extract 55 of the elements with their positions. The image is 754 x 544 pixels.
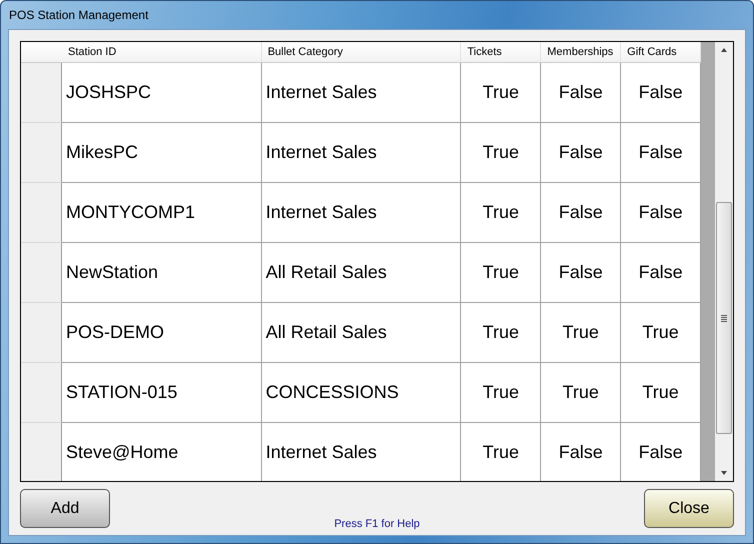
table-cell: JOSHSPC <box>62 63 262 123</box>
table-cell: MikesPC <box>62 123 262 183</box>
table-cell: False <box>621 123 702 183</box>
table-cell: NewStation <box>62 243 262 303</box>
table-cell: True <box>621 363 702 423</box>
table-cell: False <box>541 243 622 303</box>
table-cell: All Retail Sales <box>262 303 462 363</box>
close-button[interactable]: Close <box>644 489 734 528</box>
column-header[interactable]: Station ID <box>62 42 262 62</box>
table-cell: Internet Sales <box>262 63 462 123</box>
scroll-down-icon[interactable] <box>721 471 728 475</box>
row-header[interactable] <box>21 123 62 183</box>
table-cell: True <box>461 123 542 183</box>
table-cell: True <box>541 303 622 363</box>
table-cell: True <box>461 183 542 243</box>
table-cell: False <box>541 423 622 481</box>
row-header[interactable] <box>21 183 62 243</box>
table-cell: False <box>621 183 702 243</box>
table-cell: All Retail Sales <box>262 243 462 303</box>
window-title: POS Station Management <box>8 8 148 22</box>
table-cell: False <box>621 63 702 123</box>
add-button[interactable]: Add <box>20 489 110 528</box>
table-cell: False <box>621 423 702 481</box>
row-header[interactable] <box>21 363 62 423</box>
column-header[interactable]: Tickets <box>461 42 542 62</box>
table-cell: Internet Sales <box>262 123 462 183</box>
table-cell: False <box>541 63 622 123</box>
column-header[interactable]: Gift Cards <box>621 42 702 62</box>
table-cell: POS-DEMO <box>62 303 262 363</box>
table-cell: Steve@Home <box>62 423 262 481</box>
table-cell: True <box>461 243 542 303</box>
row-header[interactable] <box>21 423 62 481</box>
row-header[interactable] <box>21 303 62 363</box>
row-header[interactable] <box>21 243 62 303</box>
table-cell: True <box>621 303 702 363</box>
table-cell: MONTYCOMP1 <box>62 183 262 243</box>
table-cell: False <box>621 243 702 303</box>
table-cell: True <box>461 303 542 363</box>
table-cell: STATION-015 <box>62 363 262 423</box>
row-header[interactable] <box>21 63 62 123</box>
table-cell: Internet Sales <box>262 183 462 243</box>
help-text: Press F1 for Help <box>334 518 420 530</box>
scroll-up-icon[interactable] <box>721 48 728 52</box>
table-cell: CONCESSIONS <box>262 363 462 423</box>
table-cell: True <box>461 363 542 423</box>
table-cell: True <box>461 63 542 123</box>
table-cell: False <box>541 123 622 183</box>
scroll-thumb[interactable] <box>716 202 732 434</box>
column-header[interactable]: Bullet Category <box>262 42 462 62</box>
table-cell: False <box>541 183 622 243</box>
table-cell: True <box>461 423 542 481</box>
table-cell: Internet Sales <box>262 423 462 481</box>
table-cell: True <box>541 363 622 423</box>
scrollbar[interactable] <box>715 42 733 481</box>
column-header[interactable]: Memberships <box>541 42 622 62</box>
